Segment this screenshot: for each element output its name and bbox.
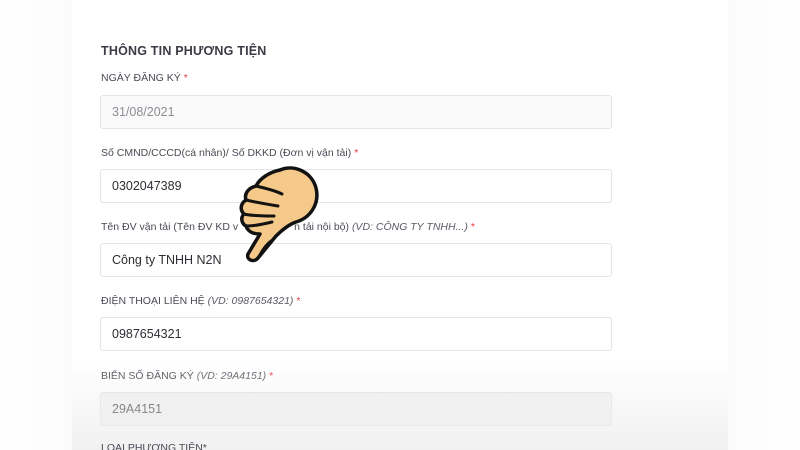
registration-date-value: 31/08/2021 (112, 105, 175, 119)
registration-date-label-text: NGÀY ĐĂNG KÝ (101, 72, 181, 84)
form-page: THÔNG TIN PHƯƠNG TIỆN NGÀY ĐĂNG KÝ * 31/0… (0, 0, 800, 450)
transport-unit-field[interactable]: Công ty TNHH N2N (100, 243, 612, 277)
contact-phone-hint: (VD: 0987654321) (207, 295, 294, 307)
license-plate-value: 29A4151 (112, 402, 163, 416)
required-marker: * (296, 295, 301, 307)
vehicle-type-label: LOẠI PHƯƠNG TIỆN* (101, 442, 207, 450)
right-margin (728, 0, 800, 450)
required-marker: * (202, 442, 207, 450)
contact-phone-label: ĐIỆN THOẠI LIÊN HỆ (VD: 0987654321) * (101, 295, 301, 307)
vehicle-type-label-text: LOẠI PHƯƠNG TIỆN (101, 442, 203, 450)
section-title: THÔNG TIN PHƯƠNG TIỆN (101, 44, 267, 58)
contact-phone-value: 0987654321 (112, 327, 182, 341)
transport-unit-label-prefix: Tên ĐV vận tải (Tên ĐV KD v (101, 221, 239, 233)
license-plate-hint: (VD: 29A4151) (196, 370, 267, 382)
id-number-field[interactable]: 0302047389 (100, 169, 612, 203)
contact-phone-field[interactable]: 0987654321 (100, 317, 612, 351)
required-marker: * (183, 72, 188, 84)
required-marker: * (470, 221, 475, 233)
required-marker: * (354, 147, 359, 159)
license-plate-label-text: BIỂN SỐ ĐĂNG KÝ (101, 370, 197, 382)
license-plate-label: BIỂN SỐ ĐĂNG KÝ (VD: 29A4151) * (101, 370, 273, 382)
transport-unit-value: Công ty TNHH N2N (112, 253, 222, 267)
registration-date-label: NGÀY ĐĂNG KÝ * (101, 72, 188, 84)
registration-date-field[interactable]: 31/08/2021 (100, 95, 612, 129)
license-plate-field[interactable]: 29A4151 (100, 392, 612, 426)
contact-phone-label-text: ĐIỆN THOẠI LIÊN HỆ (101, 295, 208, 307)
pointing-hand-icon (239, 166, 319, 263)
required-marker: * (269, 370, 274, 382)
transport-unit-hint: (VD: CÔNG TY TNHH...) (351, 221, 468, 233)
id-number-value: 0302047389 (112, 179, 182, 193)
id-number-label-text: Số CMND/CCCD(cá nhân)/ Số DKKD (Đơn vị v… (101, 147, 352, 159)
id-number-label: Số CMND/CCCD(cá nhân)/ Số DKKD (Đơn vị v… (101, 147, 358, 159)
left-margin (0, 0, 72, 450)
